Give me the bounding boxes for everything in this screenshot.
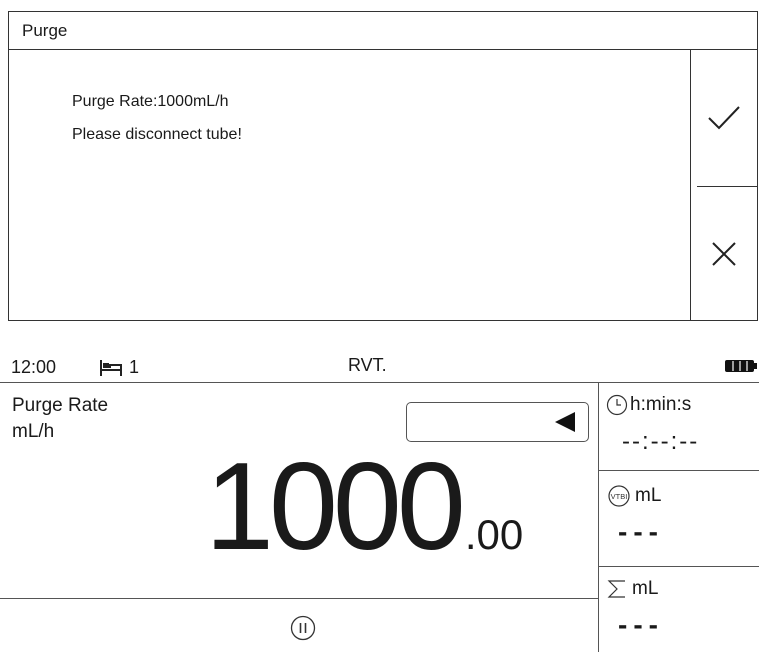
vtbi-icon: VTBI	[608, 485, 630, 507]
clock-time: 12:00	[11, 357, 57, 377]
time-remaining-value: --:--:--	[622, 428, 700, 455]
vtbi-value: ---	[618, 516, 664, 547]
dialog-title: Purge	[9, 12, 757, 50]
sigma-icon	[607, 580, 625, 598]
bed-number: 1	[129, 357, 140, 377]
disconnect-instruction: Please disconnect tube!	[72, 126, 242, 143]
clock-icon	[606, 394, 628, 416]
check-icon	[708, 106, 740, 130]
triangle-left-icon	[555, 412, 575, 432]
total-panel-label: mL	[606, 578, 658, 600]
status-divider	[0, 382, 759, 383]
dialog-body: Purge Rate:1000mL/h Please disconnect tu…	[9, 50, 690, 320]
rate-value-decimal: .00	[464, 511, 524, 558]
cancel-button[interactable]	[691, 187, 757, 321]
bed-icon	[100, 359, 122, 376]
rate-value-integer: 1000	[205, 438, 466, 576]
mode-label: RVT.	[348, 355, 387, 375]
info-divider-1	[598, 470, 759, 471]
bed-indicator: 1	[99, 357, 139, 378]
total-volume-value: ---	[618, 609, 664, 640]
pause-icon	[290, 615, 316, 641]
parameter-name: Purge Rate	[12, 395, 109, 416]
vtbi-panel-label: VTBI mL	[606, 485, 661, 507]
panel-divider	[598, 382, 599, 652]
info-divider-2	[598, 566, 759, 567]
time-panel-label: h:min:s	[606, 394, 691, 416]
confirm-button[interactable]	[691, 50, 757, 186]
purge-dialog: Purge Purge Rate:1000mL/h Please disconn…	[8, 11, 758, 321]
purge-rate-text: Purge Rate:1000mL/h	[72, 93, 229, 110]
vtbi-unit: mL	[635, 485, 662, 506]
total-unit: mL	[632, 578, 659, 599]
time-unit: h:min:s	[630, 394, 692, 415]
close-icon	[712, 242, 736, 266]
parameter-unit: mL/h	[12, 421, 55, 442]
pause-button[interactable]	[290, 615, 316, 641]
dialog-actions	[690, 50, 757, 320]
vtbi-icon-text: VTBI	[611, 492, 628, 501]
footer-divider	[0, 598, 598, 599]
battery-icon	[725, 359, 757, 378]
rate-value: 1000 .00	[205, 445, 523, 569]
status-bar: 12:00 1 RVT.	[0, 344, 759, 382]
parameter-selector[interactable]	[406, 402, 589, 442]
